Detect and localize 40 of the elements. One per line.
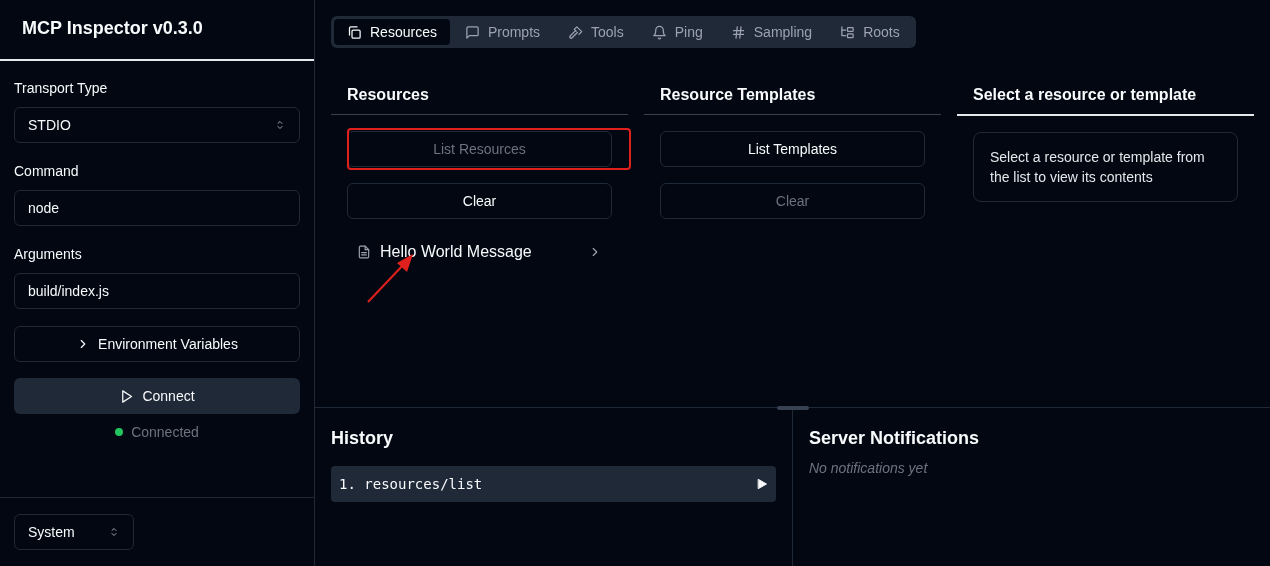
resize-handle[interactable] <box>777 406 809 410</box>
section-title: Resource Templates <box>659 86 817 105</box>
environment-variables-button[interactable]: Environment Variables <box>14 326 300 362</box>
document-icon <box>357 245 371 259</box>
connect-button[interactable]: Connect <box>14 378 300 414</box>
section-title: Select a resource or template <box>972 86 1198 105</box>
message-icon <box>464 24 480 40</box>
empty-message: No notifications yet <box>809 460 929 476</box>
hammer-icon <box>568 24 584 40</box>
tab[interactable]: Sampling <box>717 19 826 45</box>
hash-icon <box>730 24 746 40</box>
tab[interactable]: Ping <box>638 19 716 45</box>
list-button[interactable]: List Templates <box>660 131 925 167</box>
list-button[interactable]: Clear <box>347 183 612 219</box>
chevron-up-down-icon <box>274 119 286 131</box>
bell-icon <box>651 24 667 40</box>
copy-icon <box>347 24 362 40</box>
info-message: Select a resource or template from the list to view its contents <box>990 148 1206 187</box>
tab[interactable]: Prompts <box>451 19 554 45</box>
theme-select[interactable]: System <box>14 514 134 550</box>
section-title: History <box>331 428 394 449</box>
tab[interactable]: Resources <box>334 19 450 45</box>
field-label: Arguments <box>14 246 83 262</box>
select-field[interactable]: STDIO <box>14 107 300 143</box>
field-label: Command <box>14 163 80 179</box>
play-icon <box>119 388 135 404</box>
resource-item[interactable]: Hello World Message <box>347 235 612 269</box>
play-icon <box>756 478 768 490</box>
tab[interactable]: Tools <box>555 19 637 45</box>
history-item[interactable]: 1. resources/list <box>331 466 776 502</box>
tab[interactable]: Roots <box>827 19 913 45</box>
status-text: Connected <box>131 424 199 440</box>
folder-tree-icon <box>840 24 856 40</box>
section-title: Server Notifications <box>809 428 981 449</box>
app-title: MCP Inspector v0.3.0 <box>22 18 204 39</box>
field-label: Transport Type <box>14 80 109 96</box>
section-title: Resources <box>346 86 430 105</box>
input-field[interactable]: build/index.js <box>14 273 300 309</box>
chevron-up-down-icon <box>108 526 120 538</box>
input-field[interactable]: node <box>14 190 300 226</box>
